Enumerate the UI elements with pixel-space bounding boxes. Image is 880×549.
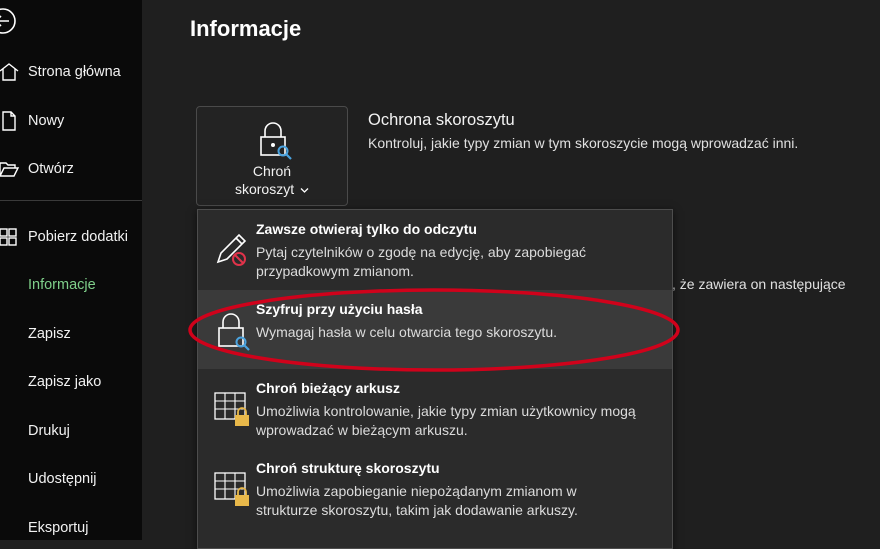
menu-item-description-line: Umożliwia kontrolowanie, jakie typy zmia… [256,403,636,419]
sidebar-item-label: Nowy [28,113,65,129]
chevron-down-icon [300,187,309,193]
menu-item-title: Zawsze otwieraj tylko do odczytu [256,221,477,237]
sidebar-item-label: Udostępnij [28,471,97,487]
sidebar-item-new[interactable]: Nowy [0,103,142,139]
workbook-structure-lock-icon [214,472,249,506]
page-title: Informacje [190,16,302,41]
lock-key-icon [260,122,292,160]
menu-item-protect-workbook-structure[interactable]: Chroń strukturę skoroszytu Umożliwia zap… [198,449,672,529]
sidebar-divider [0,200,142,201]
inspect-description-partial: , że zawiera on następujące [672,276,846,292]
sidebar-item-share[interactable]: Udostępnij [0,461,142,497]
protection-section-title: Ochrona skoroszytu [368,111,515,129]
sidebar-item-label: Zapisz [28,326,71,342]
protect-button-label-line1: Chroń [252,163,292,179]
sidebar-item-export[interactable]: Eksportuj [0,510,142,546]
sheet-lock-icon [214,392,249,426]
protect-button-label: skoroszyt [234,181,295,197]
menu-item-title: Chroń bieżący arkusz [256,380,400,396]
menu-item-description-line: Pytaj czytelników o zgodę na edycję, aby… [256,244,586,260]
sidebar-item-label: Pobierz dodatki [28,229,128,245]
menu-item-description-line: przypadkowym zmianom. [256,263,414,279]
protect-button-label-line2: skoroszyt [197,180,347,198]
sidebar-item-label: Informacje [28,277,96,293]
arrow-left-circle-icon[interactable] [0,6,18,36]
folder-open-icon [0,162,20,177]
sidebar-item-open[interactable]: Otwórz [0,151,142,187]
protection-section-description: Kontroluj, jakie typy zmian w tym skoros… [368,135,799,151]
pencil-no-edit-icon [216,233,247,266]
sidebar-item-home[interactable]: Strona główna [0,54,142,90]
menu-item-title: Szyfruj przy użyciu hasła [256,301,423,317]
menu-item-description: Pytaj czytelników o zgodę na edycję, aby… [256,243,661,281]
sidebar-item-save[interactable]: Zapisz [0,316,142,352]
sidebar-item-get-addins[interactable]: Pobierz dodatki [0,219,142,255]
protect-workbook-button[interactable]: Chroń skoroszyt [196,106,348,206]
menu-item-title: Chroń strukturę skoroszytu [256,460,440,476]
menu-item-protect-current-sheet[interactable]: Chroń bieżący arkusz Umożliwia kontrolow… [198,369,672,449]
menu-item-description-line: Umożliwia zapobieganie niepożądanym zmia… [256,483,577,499]
sidebar-item-label: Otwórz [28,161,74,177]
backstage-sidebar: Strona główna Nowy Otwórz Pobierz dodatk… [0,0,142,540]
menu-item-description-line: wprowadzać w bieżącym arkuszu. [256,422,468,438]
sidebar-item-print[interactable]: Drukuj [0,413,142,449]
sidebar-item-info[interactable]: Informacje [0,267,142,303]
sidebar-item-label: Drukuj [28,423,70,439]
menu-item-description-line: strukturze skoroszytu, takim jak dodawan… [256,502,578,518]
menu-item-description: Umożliwia zapobieganie niepożądanym zmia… [256,482,661,520]
grid-addins-icon [0,228,17,246]
menu-item-description: Wymagaj hasła w celu otwarcia tego skoro… [256,324,557,340]
sidebar-item-label: Eksportuj [28,520,89,536]
home-icon [0,63,19,81]
sidebar-item-save-as[interactable]: Zapisz jako [0,364,142,400]
menu-item-description: Umożliwia kontrolowanie, jakie typy zmia… [256,402,661,440]
lock-key-icon [218,313,250,351]
sidebar-item-label: Zapisz jako [28,374,102,390]
menu-item-always-open-read-only[interactable]: Zawsze otwieraj tylko do odczytu Pytaj c… [198,210,672,290]
menu-item-encrypt-with-password[interactable]: Szyfruj przy użyciu hasła Wymagaj hasła … [198,290,672,369]
protect-workbook-menu: Zawsze otwieraj tylko do odczytu Pytaj c… [197,209,673,549]
sidebar-item-label: Strona główna [28,64,121,80]
new-document-icon [2,111,16,131]
